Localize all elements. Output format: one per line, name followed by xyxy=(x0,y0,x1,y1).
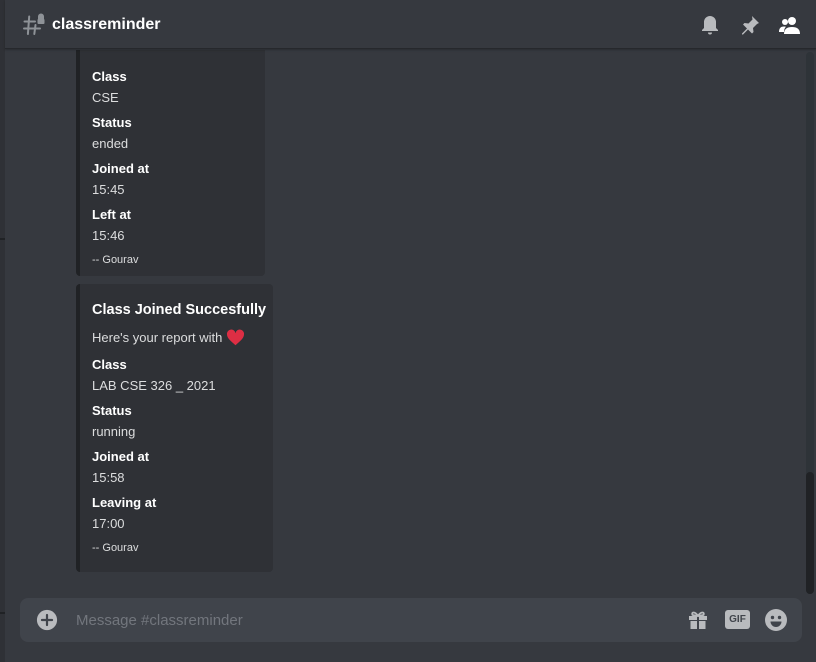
field-value: 17:00 xyxy=(92,516,125,531)
gift-icon[interactable] xyxy=(686,608,710,632)
embed-description: Here's your report with xyxy=(92,329,245,346)
embed-card: Class CSE Status ended Joined at 15:45 L… xyxy=(76,50,265,276)
gif-button[interactable]: GIF xyxy=(725,610,750,629)
embed-card: Class Joined Succesfully Here's your rep… xyxy=(76,284,273,572)
field-name: Leaving at xyxy=(92,495,157,510)
scrollbar-thumb[interactable] xyxy=(806,472,814,594)
field-value: running xyxy=(92,424,136,439)
embed-footer: -- Gourav xyxy=(92,542,139,554)
field-name: Status xyxy=(92,115,132,130)
members-icon[interactable] xyxy=(778,13,802,37)
field-value: LAB CSE 326 _ 2021 xyxy=(92,378,216,393)
threads-icon xyxy=(23,13,45,35)
embed-description-partial xyxy=(92,50,96,53)
field-value: 15:58 xyxy=(92,470,125,485)
embed-footer: -- Gourav xyxy=(92,254,139,266)
channel-header: classreminder xyxy=(5,0,816,49)
field-name: Left at xyxy=(92,207,131,222)
field-name: Status xyxy=(92,403,132,418)
pin-icon[interactable] xyxy=(738,13,762,37)
emoji-icon[interactable] xyxy=(764,608,788,632)
embed-description-text: Here's your report with xyxy=(92,330,223,345)
field-value: ended xyxy=(92,136,129,151)
field-name: Joined at xyxy=(92,449,150,464)
field-value: 15:45 xyxy=(92,182,125,197)
heart-icon xyxy=(227,329,245,346)
add-attachment-icon[interactable] xyxy=(36,609,58,631)
divider xyxy=(0,612,5,614)
field-name: Class xyxy=(92,69,127,84)
field-name: Joined at xyxy=(92,161,150,176)
field-name: Class xyxy=(92,357,127,372)
field-value: 15:46 xyxy=(92,228,125,243)
channel-name: classreminder xyxy=(52,16,161,33)
message-list[interactable]: Class CSE Status ended Joined at 15:45 L… xyxy=(5,50,805,596)
message-composer: GIF xyxy=(20,598,802,642)
heart-icon xyxy=(234,50,248,52)
embed-title: Class Joined Succesfully xyxy=(92,302,267,318)
message-input[interactable] xyxy=(76,598,656,642)
field-value: CSE xyxy=(92,90,119,105)
bell-icon[interactable] xyxy=(698,13,722,37)
